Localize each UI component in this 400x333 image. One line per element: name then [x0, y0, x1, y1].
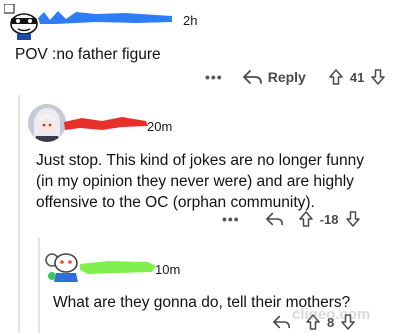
reply-button[interactable]: [265, 212, 284, 226]
comment-body-line: (in my opinion they never were) and are …: [36, 173, 354, 190]
username-redaction: [38, 11, 172, 24]
username-redaction: [64, 117, 148, 130]
thread-line-level-2: [38, 238, 40, 333]
anime-avatar-icon: [28, 104, 66, 142]
comment-timestamp: 2h: [183, 13, 198, 28]
more-options-icon[interactable]: •••: [222, 211, 240, 227]
vote-control: -18: [298, 211, 361, 227]
watermark: cliqeo.com: [292, 306, 371, 323]
vote-score: -18: [319, 211, 339, 227]
reply-button[interactable]: Reply: [242, 69, 306, 85]
comment-actions: ••• -18: [222, 211, 361, 227]
comment-timestamp: 10m: [155, 262, 181, 277]
avatar[interactable]: [44, 246, 82, 282]
comment-body-line: offensive to the OC (orphan community).: [36, 194, 315, 211]
snoo-avatar-icon: [45, 253, 78, 282]
comment-body-line: Just stop. This kind of jokes are no lon…: [36, 152, 364, 169]
vote-control: 41: [328, 69, 386, 85]
vote-score: 41: [349, 69, 365, 85]
upvote-arrow-icon[interactable]: [328, 69, 344, 85]
reply-label: Reply: [267, 69, 306, 85]
comment-body: POV :no father figure: [15, 46, 161, 63]
reply-arrow-icon: [265, 212, 283, 226]
comment-actions: ••• Reply 41: [205, 69, 386, 85]
downvote-arrow-icon[interactable]: [345, 211, 361, 227]
thread-line-level-1: [18, 95, 20, 333]
upvote-arrow-icon[interactable]: [298, 211, 314, 227]
avatar[interactable]: [28, 104, 66, 142]
reply-arrow-icon: [273, 315, 291, 329]
downvote-arrow-icon[interactable]: [370, 69, 386, 85]
comment-timestamp: 20m: [147, 119, 173, 134]
username-redaction: [80, 261, 156, 274]
reply-button[interactable]: [273, 315, 291, 329]
reply-arrow-icon: [242, 70, 262, 84]
more-options-icon[interactable]: •••: [205, 69, 223, 85]
